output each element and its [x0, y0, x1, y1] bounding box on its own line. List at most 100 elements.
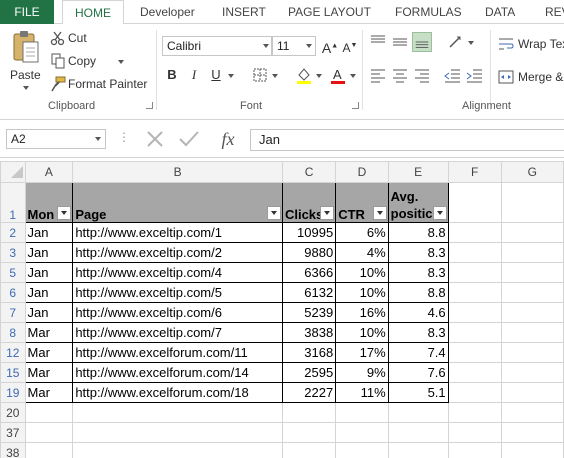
cell[interactable] [335, 402, 389, 423]
cell[interactable] [387, 422, 449, 443]
cell-month[interactable]: Mar [24, 382, 74, 403]
cell[interactable] [500, 362, 564, 383]
column-header-e[interactable]: E [387, 161, 449, 183]
tab-page-layout[interactable]: PAGE LAYOUT [288, 0, 371, 24]
orientation-button[interactable] [446, 32, 466, 52]
column-header-c[interactable]: C [281, 161, 337, 183]
cell[interactable] [447, 442, 502, 458]
cell-page[interactable]: http://www.exceltip.com/4 [72, 262, 283, 283]
cell-ctr[interactable]: 11% [335, 382, 389, 403]
cell-avg-position[interactable]: 8.3 [387, 262, 449, 283]
row-header[interactable]: 38 [0, 442, 26, 458]
tab-home[interactable]: HOME [62, 0, 124, 25]
cell-ctr[interactable]: 10% [335, 282, 389, 303]
row-header[interactable]: 20 [0, 402, 26, 423]
cell[interactable] [447, 282, 502, 303]
row-header[interactable]: 12 [0, 342, 26, 363]
cell-clicks[interactable]: 9880 [281, 242, 337, 263]
increase-indent-button[interactable] [464, 65, 484, 85]
cell[interactable] [72, 402, 283, 423]
row-header[interactable]: 2 [0, 222, 26, 243]
cell-clicks[interactable]: 3168 [281, 342, 337, 363]
cell-clicks[interactable]: 2595 [281, 362, 337, 383]
fill-color-button[interactable] [294, 65, 314, 85]
cell-clicks[interactable]: 6366 [281, 262, 337, 283]
align-bottom-button[interactable] [412, 32, 432, 52]
orientation-dropdown-icon[interactable] [468, 41, 474, 45]
row-header[interactable]: 6 [0, 282, 26, 303]
cell-ctr[interactable]: 17% [335, 342, 389, 363]
filter-dropdown-icon[interactable] [432, 206, 447, 220]
cell-ctr[interactable]: 16% [335, 302, 389, 323]
tab-insert[interactable]: INSERT [222, 0, 266, 24]
cell-avg-position[interactable]: 8.3 [387, 242, 449, 263]
borders-button[interactable] [250, 65, 270, 85]
formula-input[interactable]: Jan [250, 129, 564, 151]
cell[interactable] [447, 422, 502, 443]
cell[interactable] [72, 422, 283, 443]
tab-file[interactable]: FILE [0, 0, 54, 24]
cell[interactable] [72, 442, 283, 458]
cell[interactable] [447, 302, 502, 323]
column-header-g[interactable]: G [500, 161, 564, 183]
cell[interactable] [447, 322, 502, 343]
filter-dropdown-icon[interactable] [266, 206, 281, 220]
tab-developer[interactable]: Developer [140, 0, 195, 24]
row-header[interactable]: 8 [0, 322, 26, 343]
cell-clicks[interactable]: 3838 [281, 322, 337, 343]
cell[interactable] [281, 422, 337, 443]
cell-month[interactable]: Jan [24, 282, 74, 303]
header-cell-month[interactable]: Mon [24, 182, 74, 223]
cell-clicks[interactable]: 2227 [281, 382, 337, 403]
font-color-button[interactable]: A [328, 65, 348, 85]
row-header[interactable]: 7 [0, 302, 26, 323]
merge-center-button[interactable]: Merge & [498, 67, 564, 87]
paste-button[interactable]: Paste [6, 28, 46, 94]
cell[interactable] [500, 282, 564, 303]
cell[interactable] [500, 382, 564, 403]
cell[interactable] [447, 242, 502, 263]
cancel-entry-button[interactable] [142, 128, 168, 150]
cell[interactable] [335, 422, 389, 443]
cell-avg-position[interactable]: 8.8 [387, 282, 449, 303]
cell[interactable] [447, 182, 502, 223]
cell[interactable] [447, 262, 502, 283]
cell-ctr[interactable]: 10% [335, 262, 389, 283]
tab-review[interactable]: REV [545, 0, 564, 24]
cell-page[interactable]: http://www.exceltip.com/2 [72, 242, 283, 263]
cell-month[interactable]: Mar [24, 362, 74, 383]
cell[interactable] [500, 222, 564, 243]
row-header[interactable]: 37 [0, 422, 26, 443]
borders-dropdown-icon[interactable] [272, 74, 278, 78]
cell-month[interactable]: Mar [24, 342, 74, 363]
cell-month[interactable]: Jan [24, 222, 74, 243]
copy-button[interactable]: Copy [50, 51, 130, 71]
font-color-dropdown-icon[interactable] [350, 74, 356, 78]
align-top-button[interactable] [368, 32, 388, 52]
cell[interactable] [500, 342, 564, 363]
decrease-indent-button[interactable] [442, 65, 462, 85]
cell-page[interactable]: http://www.excelforum.com/11 [72, 342, 283, 363]
cell-avg-position[interactable]: 5.1 [387, 382, 449, 403]
cell-month[interactable]: Mar [24, 322, 74, 343]
cell-page[interactable]: http://www.exceltip.com/7 [72, 322, 283, 343]
cell-ctr[interactable]: 9% [335, 362, 389, 383]
cell-avg-position[interactable]: 8.3 [387, 322, 449, 343]
cell[interactable] [500, 422, 564, 443]
header-cell-clicks[interactable]: Clicks [281, 182, 337, 223]
cell[interactable] [500, 262, 564, 283]
header-cell-avg-position[interactable]: Avg. positic [387, 182, 449, 223]
font-dialog-launcher-icon[interactable] [352, 102, 359, 109]
worksheet-grid[interactable]: A B C D E F G 1 Mon Page Clicks CTR Avg.… [0, 161, 564, 458]
cell[interactable] [500, 402, 564, 423]
cell-page[interactable]: http://www.excelforum.com/14 [72, 362, 283, 383]
cell[interactable] [24, 442, 74, 458]
fill-color-dropdown-icon[interactable] [316, 74, 322, 78]
format-painter-button[interactable]: Format Painter [50, 74, 150, 94]
cell[interactable] [447, 362, 502, 383]
filter-dropdown-icon[interactable] [372, 206, 387, 220]
column-header-a[interactable]: A [24, 161, 74, 183]
row-header[interactable]: 15 [0, 362, 26, 383]
cell[interactable] [447, 382, 502, 403]
cell[interactable] [500, 322, 564, 343]
